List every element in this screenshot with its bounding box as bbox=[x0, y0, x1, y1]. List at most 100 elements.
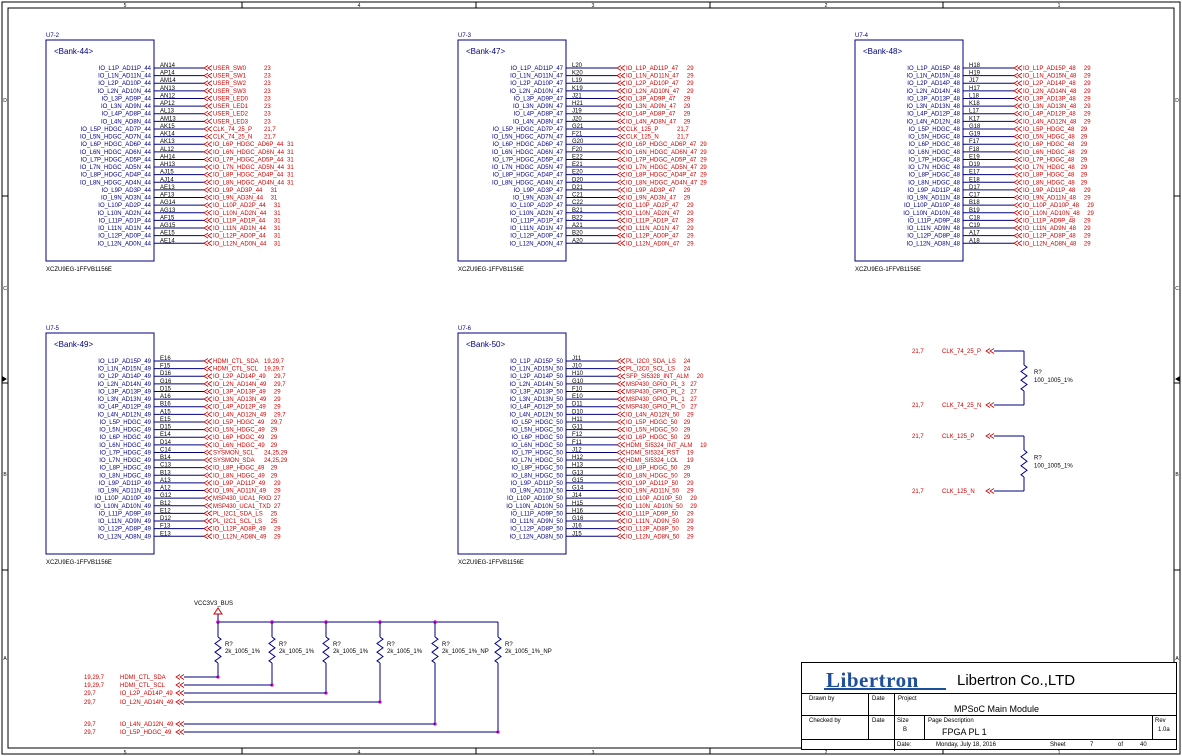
ball-number: D10 bbox=[572, 409, 584, 415]
pin-name: IO_L11N_AD9N_48 bbox=[907, 226, 961, 232]
schematic-sheet: 5544332211D DC CB BA A U7-2<Bank-44>XCZU9EG-… bbox=[1, 1, 1181, 756]
net-label: IO_L6P_HDGC_AD6P_44 bbox=[213, 142, 284, 148]
net-label: IO_L4N_AD12N_49 bbox=[213, 412, 267, 418]
pin-name: IO_L2P_AD14P_48 bbox=[907, 81, 960, 87]
net-label: PL_I2C0_SCL_LS bbox=[626, 367, 675, 373]
net-label-arrow-icon bbox=[1013, 194, 1023, 201]
sheet-reference: 29 bbox=[1084, 241, 1091, 247]
net-label: CLK_125_N bbox=[626, 135, 659, 141]
ball-number: F20 bbox=[572, 147, 583, 153]
sheet-reference: 25 bbox=[271, 511, 278, 517]
sheet-reference: 29 bbox=[684, 188, 691, 194]
pullup-resistor: R?2k_1005_1%_NP bbox=[494, 622, 552, 734]
net-label: IO_L8N_HDGC_49 bbox=[213, 473, 265, 479]
net-label: HDMI_CTL_SCL bbox=[213, 367, 259, 373]
pullup-net: 29,7 IO_L5P_HDGC_49 bbox=[84, 729, 498, 736]
net-label: SFP_SI5328_INT_ALM bbox=[626, 374, 689, 380]
ball-number: F18 bbox=[969, 147, 980, 153]
net-label: IO_L7P_HDGC_AD5P_47 bbox=[626, 157, 697, 163]
resistor-value: 2k_1005_1% bbox=[333, 649, 369, 655]
sheet-reference: 29 bbox=[1084, 196, 1091, 202]
net-label: IO_L2P_AD10P_47 bbox=[626, 81, 679, 87]
net-label: IO_L8P_HDGC_AD4P_47 bbox=[626, 173, 697, 179]
net-label-arrow-icon bbox=[203, 65, 213, 71]
pin-name: IO_L10P_AD2P_44 bbox=[98, 203, 151, 209]
pin-name: IO_L4N_AD12N_50 bbox=[510, 412, 564, 418]
sheet-reference: 29 bbox=[687, 66, 694, 72]
sheet-reference: 29 bbox=[1081, 150, 1088, 156]
net-label-arrow-icon bbox=[175, 721, 185, 727]
net-label: IO_L1N_AD11N_47 bbox=[626, 74, 680, 80]
resistor-reference: R? bbox=[442, 642, 450, 648]
sheet-reference: 31 bbox=[287, 180, 294, 186]
net-label-arrow-icon bbox=[616, 72, 626, 79]
ball-number: A20 bbox=[572, 238, 583, 244]
net-label: IO_L4P_AD8P_47 bbox=[626, 112, 676, 118]
net-label-arrow-icon bbox=[616, 156, 626, 163]
net-label: IO_L5N_HDGC_49 bbox=[213, 428, 265, 434]
net-label-arrow-icon bbox=[616, 126, 626, 132]
net-label: IO_L12N_AD8N_50 bbox=[626, 534, 680, 540]
of-label: of bbox=[1118, 742, 1124, 748]
sheet-reference: 29 bbox=[1084, 112, 1091, 118]
net-label-arrow-icon bbox=[1013, 95, 1023, 102]
sheet-reference: 20 bbox=[697, 374, 704, 380]
net-label: IO_L7P_HDGC_AD5P_44 bbox=[213, 157, 284, 163]
zone-column-label: 4 bbox=[358, 3, 361, 9]
sheet-reference: 29 bbox=[1081, 127, 1088, 133]
center-arrow-icon bbox=[2, 376, 7, 382]
pin-row: IO_L1P_AD11P_44 AN14 USER_SW0 23 bbox=[99, 63, 272, 72]
sheet-reference: 24 bbox=[684, 359, 691, 365]
net-label: IO_L9N_AD11N_49 bbox=[213, 489, 267, 495]
net-label: USER_SW3 bbox=[213, 89, 247, 95]
ball-number: F11 bbox=[572, 440, 583, 446]
resistor-reference: R? bbox=[505, 642, 513, 648]
zone-column-label: 3 bbox=[592, 750, 595, 756]
pullup-resistor-icon bbox=[494, 636, 502, 664]
ball-number: AE14 bbox=[160, 238, 175, 244]
sheet-reference: 23 bbox=[264, 81, 271, 87]
resistor-value: 2k_1005_1% bbox=[279, 649, 315, 655]
ball-number: AE15 bbox=[160, 231, 175, 237]
ball-number: B14 bbox=[160, 455, 171, 461]
zone-row-label: B bbox=[1175, 472, 1179, 478]
rev-value: 1.0a bbox=[1158, 727, 1170, 733]
net-label: HDMI_SI5324_INT_ALM bbox=[626, 443, 692, 449]
pin-name: IO_L12P_AD8P_48 bbox=[907, 234, 960, 240]
ball-number: H19 bbox=[969, 71, 981, 77]
sheet-reference: 29 bbox=[1081, 165, 1088, 171]
fpga-bank-block: U7-3 <Bank-47> XCZU9EG-1FFVB1156E IO_L1P_AD… bbox=[457, 33, 707, 273]
sheet-reference: 29 bbox=[684, 435, 691, 441]
net-label: IO_L8P_HDGC_50 bbox=[626, 466, 678, 472]
sheet-reference: 29 bbox=[700, 157, 707, 163]
net-label: IO_L2P_AD14P_49 bbox=[213, 374, 266, 380]
net-label: PL_I2C1_SDA_LS bbox=[213, 511, 263, 517]
net-label-arrow-icon bbox=[1013, 179, 1023, 186]
net-label: IO_L9N_AD11N_48 bbox=[1023, 196, 1077, 202]
pin-row: IO_L1P_AD15P_48 H18 IO_L1P_AD15P_48 29 bbox=[907, 63, 1091, 72]
pin-name: IO_L12P_AD0P_44 bbox=[98, 234, 151, 240]
ball-number: H18 bbox=[969, 63, 981, 69]
ball-number: B21 bbox=[572, 208, 583, 214]
net-label: IO_L8N_HDGC_48 bbox=[1023, 180, 1075, 186]
title-row-divider bbox=[802, 739, 1176, 740]
net-label-arrow-icon bbox=[203, 487, 213, 494]
resistor-reference: R? bbox=[333, 642, 341, 648]
zone-row-label: D bbox=[3, 98, 7, 104]
pin-name: IO_L10P_AD10P_50 bbox=[507, 496, 564, 502]
ball-number: A15 bbox=[160, 409, 171, 415]
net-label-arrow-icon bbox=[616, 419, 626, 425]
net-label: IO_L9P_AD3P_47 bbox=[626, 188, 676, 194]
pullup-resistor: R?2k_1005_1%_NP bbox=[431, 620, 489, 726]
net-label-arrow-icon bbox=[203, 118, 213, 125]
pin-name: IO_L4N_AD12N_49 bbox=[98, 412, 152, 418]
ball-number: AL13 bbox=[160, 109, 175, 115]
sheet-reference: 31 bbox=[271, 196, 278, 202]
net-label: IO_L6P_HDGC_AD6P_47 bbox=[626, 142, 697, 148]
sheet-reference: 19,29,7 bbox=[84, 675, 105, 681]
pin-name: IO_L10N_AD10N_49 bbox=[94, 504, 151, 510]
net-label-arrow-icon bbox=[203, 434, 213, 441]
ball-number: J11 bbox=[572, 356, 582, 362]
ball-number: B13 bbox=[160, 470, 171, 476]
sheet-reference: 21,7 bbox=[912, 489, 924, 495]
